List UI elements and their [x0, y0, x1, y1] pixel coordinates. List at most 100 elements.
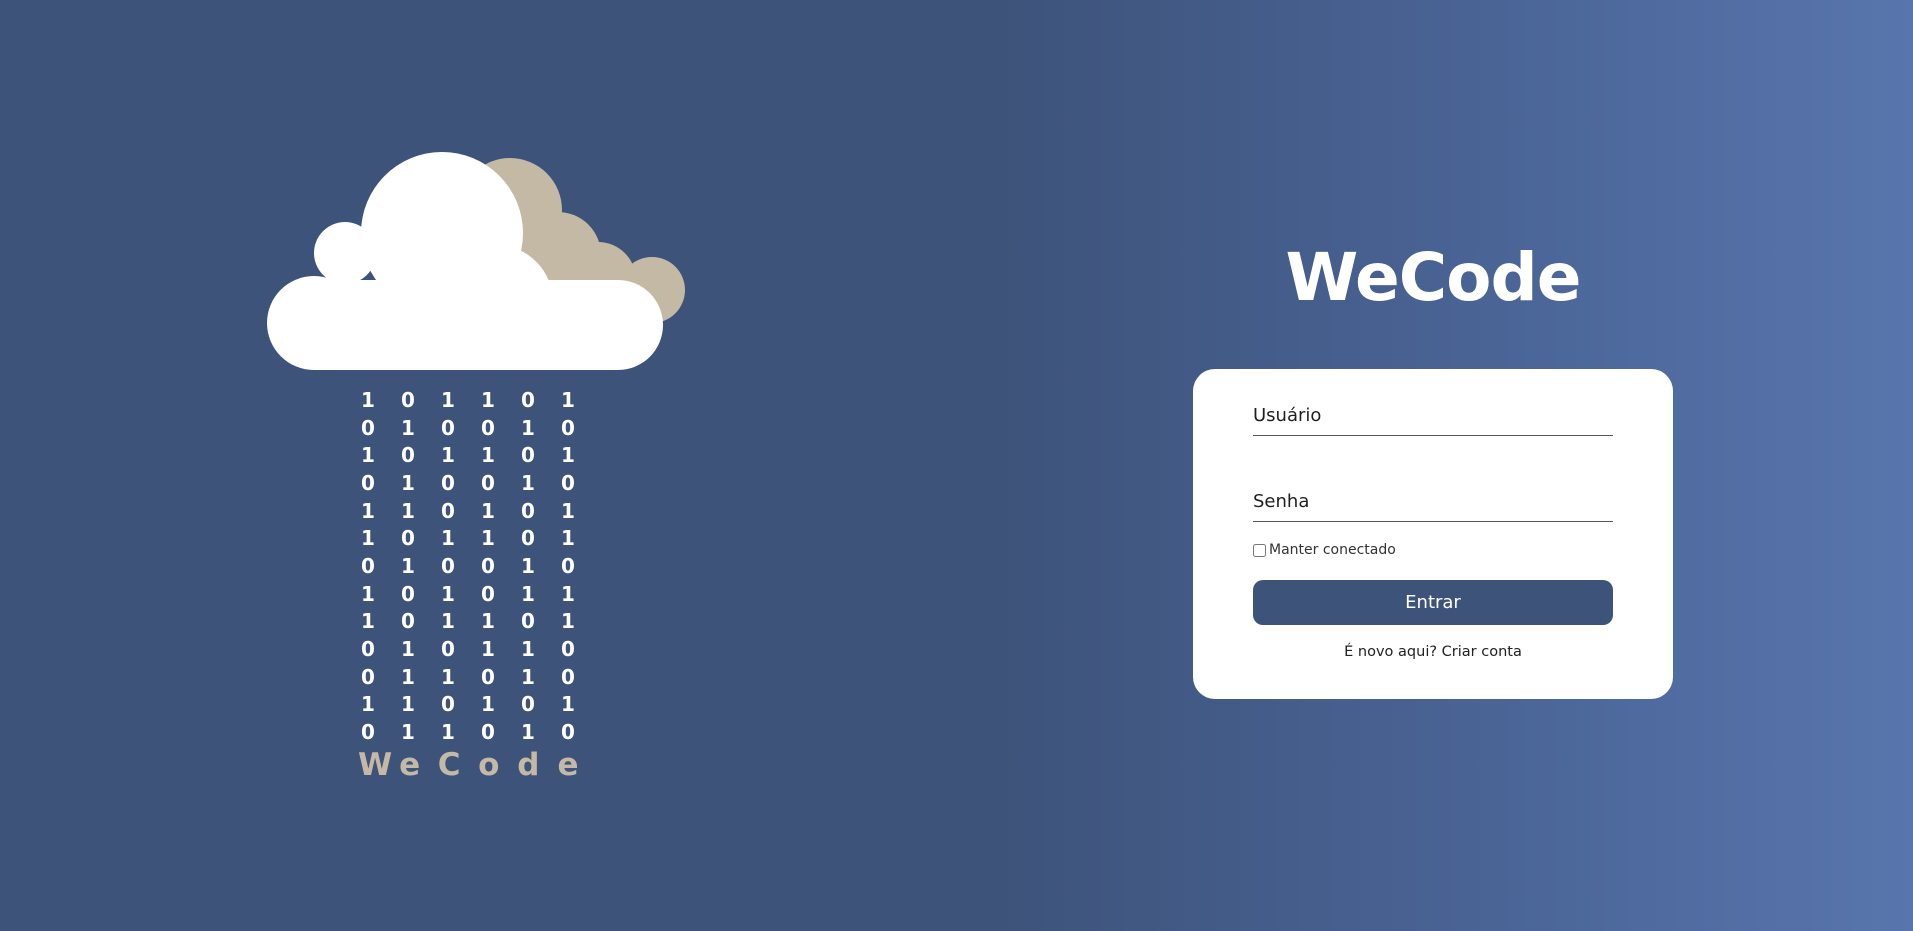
- binary-digit: 1: [361, 581, 375, 606]
- binary-digit: 1: [521, 581, 535, 606]
- binary-digit: 0: [401, 443, 415, 468]
- binary-digit: 0: [401, 387, 415, 412]
- binary-digit: 1: [361, 609, 375, 634]
- app-title: WeCode: [1285, 239, 1582, 316]
- binary-digit: 1: [521, 720, 535, 745]
- binary-digit: 1: [481, 387, 495, 412]
- binary-digit: 0: [401, 609, 415, 634]
- binary-digit: 0: [361, 664, 375, 689]
- binary-digit: 1: [481, 692, 495, 717]
- binary-digit: 0: [481, 664, 495, 689]
- binary-digit: 1: [441, 720, 455, 745]
- binary-digit: 1: [401, 664, 415, 689]
- binary-digit: 1: [521, 470, 535, 495]
- binary-digit: 0: [521, 526, 535, 551]
- brand-letter: C: [437, 747, 461, 783]
- hero-illustration: 1011010100101011010100101101011011010100…: [0, 0, 900, 931]
- binary-digit: 1: [481, 443, 495, 468]
- username-input[interactable]: [1253, 395, 1613, 435]
- brand-letter: o: [478, 747, 500, 783]
- remember-me[interactable]: Manter conectado: [1253, 542, 1396, 558]
- create-account-link[interactable]: Criar conta: [1442, 644, 1522, 660]
- binary-digit: 0: [361, 553, 375, 578]
- binary-digit: 1: [481, 526, 495, 551]
- binary-digit: 1: [441, 526, 455, 551]
- binary-digit: 0: [521, 498, 535, 523]
- binary-digit: 1: [521, 637, 535, 662]
- binary-digit: 1: [361, 526, 375, 551]
- binary-digit: 1: [561, 387, 575, 412]
- login-card: Manter conectado Entrar É novo aqui? Cri…: [1193, 369, 1673, 699]
- binary-digit: 0: [561, 553, 575, 578]
- binary-digit: 1: [561, 692, 575, 717]
- binary-digit: 0: [561, 415, 575, 440]
- binary-digit: 0: [521, 609, 535, 634]
- binary-digit: 0: [361, 720, 375, 745]
- binary-digit: 0: [441, 637, 455, 662]
- binary-digit: 0: [481, 553, 495, 578]
- binary-digit: 0: [441, 415, 455, 440]
- binary-digit: 1: [401, 415, 415, 440]
- binary-digit: 0: [361, 415, 375, 440]
- binary-digit: 1: [561, 581, 575, 606]
- remember-me-checkbox[interactable]: [1253, 543, 1266, 557]
- remember-me-label: Manter conectado: [1269, 542, 1396, 558]
- binary-digit: 0: [521, 387, 535, 412]
- login-button[interactable]: Entrar: [1253, 580, 1613, 625]
- binary-digit: 1: [361, 692, 375, 717]
- signup-row: É novo aqui? Criar conta: [1193, 644, 1673, 660]
- binary-row: 1 0 1 1 0 1: [358, 608, 578, 636]
- binary-digit: 0: [401, 526, 415, 551]
- binary-digit: 0: [441, 498, 455, 523]
- binary-row: 1 0 1 1 0 1: [358, 441, 578, 469]
- binary-digit: 1: [401, 720, 415, 745]
- binary-digit: 1: [481, 609, 495, 634]
- brand-letter: e: [557, 747, 579, 783]
- binary-digit: 0: [481, 581, 495, 606]
- password-input[interactable]: [1253, 481, 1613, 521]
- binary-digit: 1: [481, 637, 495, 662]
- binary-digit: 0: [481, 470, 495, 495]
- binary-digit: 0: [521, 443, 535, 468]
- binary-digit: 1: [481, 498, 495, 523]
- binary-row: 0 1 0 0 1 0: [358, 414, 578, 442]
- binary-digit: 1: [361, 387, 375, 412]
- binary-digit: 0: [441, 553, 455, 578]
- binary-digit: 0: [561, 664, 575, 689]
- binary-digit: 1: [441, 443, 455, 468]
- binary-row: 0 1 1 0 1 0: [358, 663, 578, 691]
- binary-digit: 1: [401, 637, 415, 662]
- binary-row: 1 0 1 1 0 1: [358, 524, 578, 552]
- binary-row: 0 1 0 0 1 0: [358, 552, 578, 580]
- binary-digit: 1: [401, 498, 415, 523]
- binary-digit: 1: [401, 470, 415, 495]
- binary-digit: 0: [481, 720, 495, 745]
- binary-digit: 0: [361, 637, 375, 662]
- binary-digit: 0: [561, 637, 575, 662]
- binary-digit: 1: [361, 498, 375, 523]
- binary-digit: 0: [561, 720, 575, 745]
- binary-digit: 1: [401, 692, 415, 717]
- binary-row: 1 1 0 1 0 1: [358, 497, 578, 525]
- binary-digit: 1: [561, 443, 575, 468]
- cloud-icon: [267, 152, 685, 370]
- binary-digit: 0: [361, 470, 375, 495]
- binary-digit: 0: [481, 415, 495, 440]
- brand-letter: e: [399, 747, 421, 783]
- binary-digit: 0: [521, 692, 535, 717]
- binary-row: 1 1 0 1 0 1: [358, 691, 578, 719]
- brand-wordmark: WeCode: [358, 748, 580, 782]
- binary-digit: 1: [521, 664, 535, 689]
- binary-digit: 0: [441, 692, 455, 717]
- signup-prompt: É novo aqui?: [1344, 644, 1442, 660]
- binary-digit: 1: [521, 553, 535, 578]
- binary-digit: 1: [441, 581, 455, 606]
- binary-row: 0 1 0 0 1 0: [358, 469, 578, 497]
- binary-digit: 1: [401, 553, 415, 578]
- binary-digit: 0: [561, 470, 575, 495]
- binary-row: 1 0 1 1 0 1: [358, 386, 578, 414]
- binary-digit: 0: [441, 470, 455, 495]
- binary-digit: 1: [561, 609, 575, 634]
- brand-letter: d: [517, 747, 540, 783]
- binary-digit: 1: [441, 387, 455, 412]
